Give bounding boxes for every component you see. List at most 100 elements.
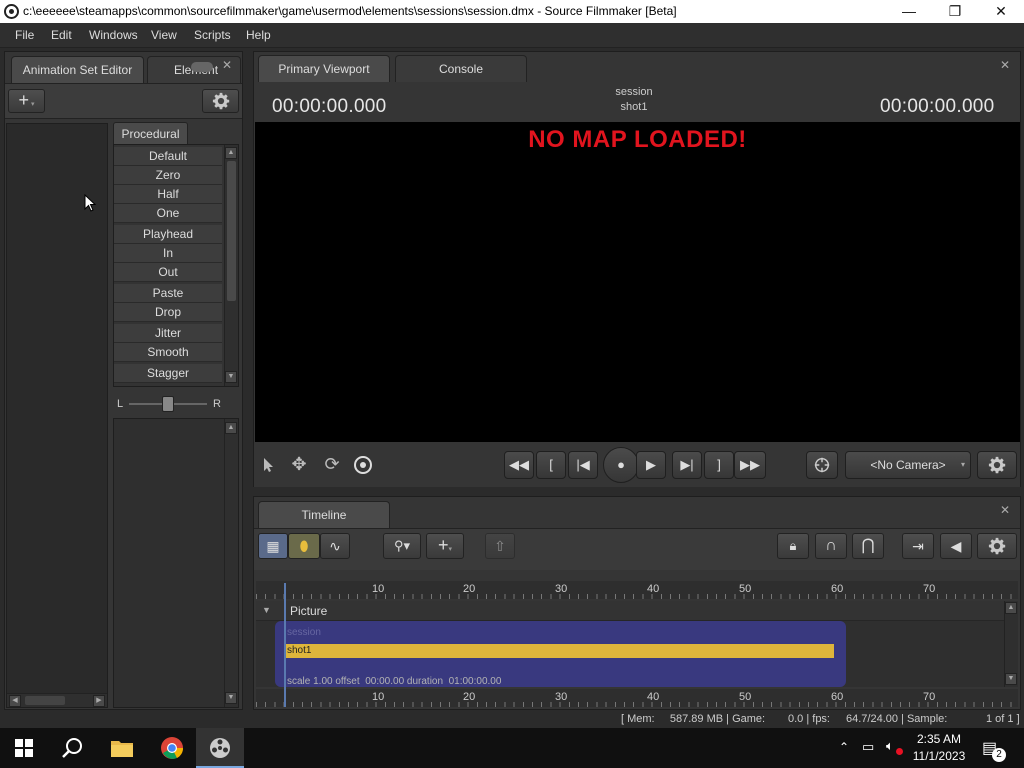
chrome-button[interactable]: [148, 728, 196, 768]
tab-primary-viewport[interactable]: Primary Viewport: [258, 55, 390, 82]
skip-forward-icon: ▶|: [680, 457, 694, 472]
pivot-tool-button[interactable]: [350, 451, 376, 479]
horizontal-scrollbar[interactable]: ◀ ▶: [7, 693, 107, 707]
rewind-button[interactable]: ◀◀: [504, 451, 534, 479]
scroll-up-icon[interactable]: ▲: [1005, 602, 1017, 614]
animation-set-editor-panel: Animation Set Editor Element ✕ +▾ ◀ ▶ Pr…: [4, 51, 243, 710]
scroll-right-icon[interactable]: ▶: [93, 695, 105, 707]
procedural-item-zero[interactable]: Zero: [114, 166, 222, 185]
move-up-button[interactable]: ⇧: [485, 533, 515, 559]
procedural-item-jitter[interactable]: Jitter: [114, 324, 222, 343]
jump-to-end-button[interactable]: ⇥: [902, 533, 934, 559]
viewport-render-area[interactable]: NO MAP LOADED!: [255, 122, 1020, 442]
graph-editor-button[interactable]: ∿: [320, 533, 350, 559]
menu-windows[interactable]: Windows: [89, 28, 138, 42]
procedural-item-half[interactable]: Half: [114, 185, 222, 204]
track-area[interactable]: session shot1 scale 1.00 offset 00:00.00…: [256, 621, 1004, 687]
chrome-icon: [161, 737, 184, 759]
procedural-item-in[interactable]: In: [114, 244, 222, 263]
rotate-tool-button[interactable]: ⟳: [318, 451, 346, 479]
play-button[interactable]: ▶: [636, 451, 666, 479]
camera-select-dropdown[interactable]: <No Camera> ▾: [845, 451, 971, 479]
panel-close-icon[interactable]: ✕: [222, 58, 232, 72]
procedural-item-paste[interactable]: Paste: [114, 284, 222, 303]
search-button[interactable]: [48, 728, 96, 768]
procedural-scrollbar[interactable]: ▲ ▼: [224, 145, 238, 386]
clip-editor-button[interactable]: ▦: [258, 533, 288, 559]
clock-time[interactable]: 2:35 AM: [916, 732, 962, 746]
procedural-item-drop[interactable]: Drop: [114, 303, 222, 322]
menu-view[interactable]: View: [151, 28, 177, 42]
tab-procedural[interactable]: Procedural: [113, 122, 188, 144]
sfm-taskbar-button[interactable]: [196, 728, 244, 768]
tab-timeline[interactable]: Timeline: [258, 501, 390, 528]
scroll-down-icon[interactable]: ▼: [1005, 673, 1017, 685]
tab-console[interactable]: Console: [395, 55, 527, 82]
fast-forward-button[interactable]: ▶▶: [734, 451, 766, 479]
menu-scripts[interactable]: Scripts: [194, 28, 231, 42]
menu-edit[interactable]: Edit: [51, 28, 72, 42]
panel-options-icon[interactable]: [191, 62, 213, 72]
viewport-close-icon[interactable]: ✕: [1000, 58, 1010, 72]
chevron-up-icon[interactable]: ⌃: [839, 740, 849, 754]
notification-center-button[interactable]: ▤ 2: [980, 736, 1008, 762]
ruler-ticks: [256, 702, 1018, 707]
camera-settings-button[interactable]: [806, 451, 838, 479]
minimize-button[interactable]: —: [886, 0, 932, 23]
procedural-item-smooth[interactable]: Smooth: [114, 343, 222, 362]
controls-scrollbar[interactable]: ▲ ▼: [224, 419, 238, 707]
clock-date[interactable]: 11/1/2023: [910, 749, 968, 763]
add-marker-button[interactable]: ⚲▾: [383, 533, 421, 559]
start-button[interactable]: [0, 728, 48, 768]
timeline-ruler-bottom[interactable]: 10 20 30 40 50 60 70: [256, 689, 1018, 707]
previous-frame-button[interactable]: |◀: [568, 451, 598, 479]
mark-out-button[interactable]: ]: [704, 451, 734, 479]
procedural-item-stagger[interactable]: Stagger: [114, 364, 222, 383]
snap-button[interactable]: ∩: [815, 533, 847, 559]
select-tool-button[interactable]: [256, 451, 282, 479]
menu-file[interactable]: File: [15, 28, 34, 42]
record-button[interactable]: ●: [603, 447, 639, 483]
scrollbar-thumb[interactable]: [227, 161, 236, 301]
snap-frame-button[interactable]: ⋂: [852, 533, 884, 559]
file-explorer-button[interactable]: [98, 728, 146, 768]
session-clip[interactable]: session shot1 scale 1.00 offset 00:00.00…: [275, 621, 846, 687]
procedural-item-out[interactable]: Out: [114, 263, 222, 282]
timeline-ruler-top[interactable]: 10 20 30 40 50 60 70: [256, 581, 1018, 599]
left-panel-settings-button[interactable]: [202, 89, 239, 113]
network-icon[interactable]: ▭: [862, 739, 874, 755]
scrollbar-thumb[interactable]: [25, 696, 65, 705]
timeline-scrollbar[interactable]: ▲ ▼: [1004, 601, 1018, 687]
playhead[interactable]: [284, 583, 286, 707]
shot-clip[interactable]: shot1: [285, 644, 834, 658]
magnet-icon: ∩: [825, 537, 837, 554]
next-frame-button[interactable]: ▶|: [672, 451, 702, 479]
animation-set-controls-list[interactable]: ▲ ▼: [113, 418, 239, 708]
procedural-item-one[interactable]: One: [114, 204, 222, 223]
scroll-up-icon[interactable]: ▲: [225, 422, 237, 434]
add-clip-button[interactable]: +▾: [426, 533, 464, 559]
procedural-item-default[interactable]: Default: [114, 147, 222, 166]
timeline-settings-button[interactable]: [977, 533, 1017, 559]
scroll-down-icon[interactable]: ▼: [225, 692, 237, 704]
mark-in-button[interactable]: [: [536, 451, 566, 479]
volume-muted-icon[interactable]: 🔈︎: [886, 738, 894, 754]
lock-button[interactable]: 🔒︎: [777, 533, 809, 559]
maximize-button[interactable]: ❐: [932, 0, 978, 23]
tab-animation-set-editor[interactable]: Animation Set Editor: [11, 56, 144, 83]
collapse-chevron-icon[interactable]: ▼: [262, 605, 271, 615]
add-animation-set-button[interactable]: + ▾: [8, 89, 45, 113]
procedural-item-playhead[interactable]: Playhead: [114, 225, 222, 244]
move-tool-button[interactable]: ✥: [286, 451, 312, 479]
motion-editor-button[interactable]: ⬮: [288, 533, 320, 559]
menu-help[interactable]: Help: [246, 28, 271, 42]
scroll-down-icon[interactable]: ▼: [225, 371, 237, 383]
scroll-left-icon[interactable]: ◀: [9, 695, 21, 707]
viewport-settings-button[interactable]: [977, 451, 1017, 479]
close-button[interactable]: ✕: [978, 0, 1024, 23]
slider-left-label: L: [117, 398, 124, 410]
timeline-close-icon[interactable]: ✕: [1000, 503, 1010, 517]
balance-slider-handle[interactable]: [162, 396, 174, 412]
mute-button[interactable]: ◀: [940, 533, 972, 559]
scroll-up-icon[interactable]: ▲: [225, 147, 237, 159]
